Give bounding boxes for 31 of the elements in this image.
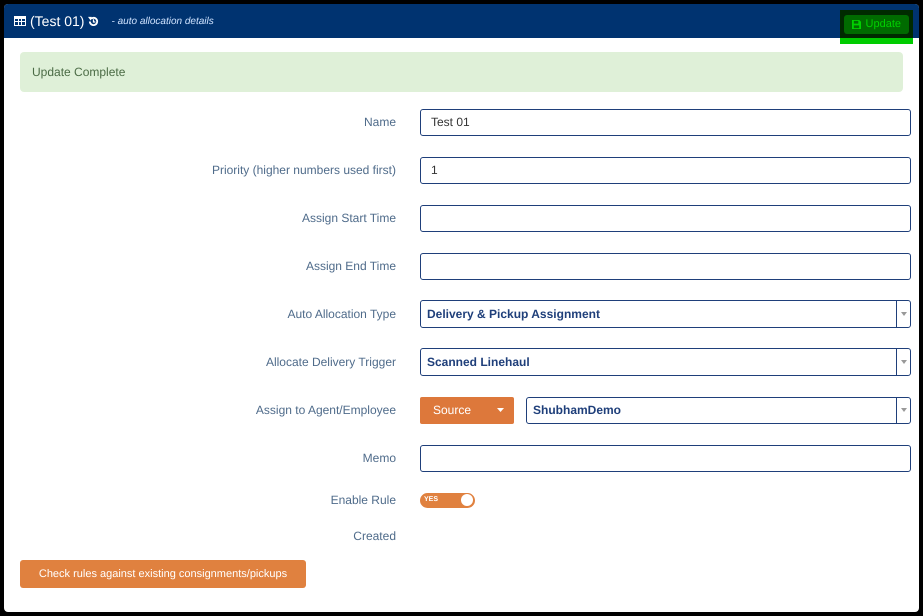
- text-field[interactable]: 1: [420, 156, 911, 184]
- field-label: Auto Allocation Type: [286, 306, 396, 323]
- success-alert: Update Complete: [20, 52, 903, 92]
- select-field[interactable]: Delivery & Pickup Assignment: [420, 300, 911, 328]
- page-title: (Test 01): [30, 12, 84, 31]
- field-label: Enable Rule: [330, 492, 396, 509]
- history-icon[interactable]: [88, 16, 100, 26]
- field-label: Memo: [362, 450, 396, 467]
- dropdown-toggle[interactable]: [896, 349, 910, 375]
- field-label: Assign to Agent/Employee: [254, 402, 396, 419]
- field-label: Priority (higher numbers used first): [210, 162, 396, 179]
- field-label: Assign Start Time: [300, 210, 396, 227]
- field-label: Created: [352, 528, 396, 545]
- text-field[interactable]: [420, 204, 911, 232]
- dropdown-toggle[interactable]: [896, 398, 910, 422]
- caret-icon: [900, 312, 906, 316]
- table-icon: [14, 16, 26, 26]
- text-field[interactable]: [420, 444, 911, 472]
- text-field[interactable]: [420, 252, 911, 280]
- text-field[interactable]: Test 01: [420, 108, 911, 136]
- caret-icon: [900, 360, 906, 364]
- select-field[interactable]: ShubhamDemo: [526, 396, 911, 424]
- dropdown-toggle[interactable]: [896, 301, 910, 327]
- field-label: Allocate Delivery Trigger: [264, 354, 396, 371]
- save-icon: [852, 20, 861, 28]
- caret-icon: [497, 408, 504, 412]
- field-label: Assign End Time: [304, 258, 396, 275]
- field-label: Name: [362, 114, 396, 131]
- select-field[interactable]: Scanned Linehaul: [420, 348, 911, 376]
- page-subtitle: - auto allocation details: [111, 14, 214, 28]
- caret-icon: [900, 408, 906, 412]
